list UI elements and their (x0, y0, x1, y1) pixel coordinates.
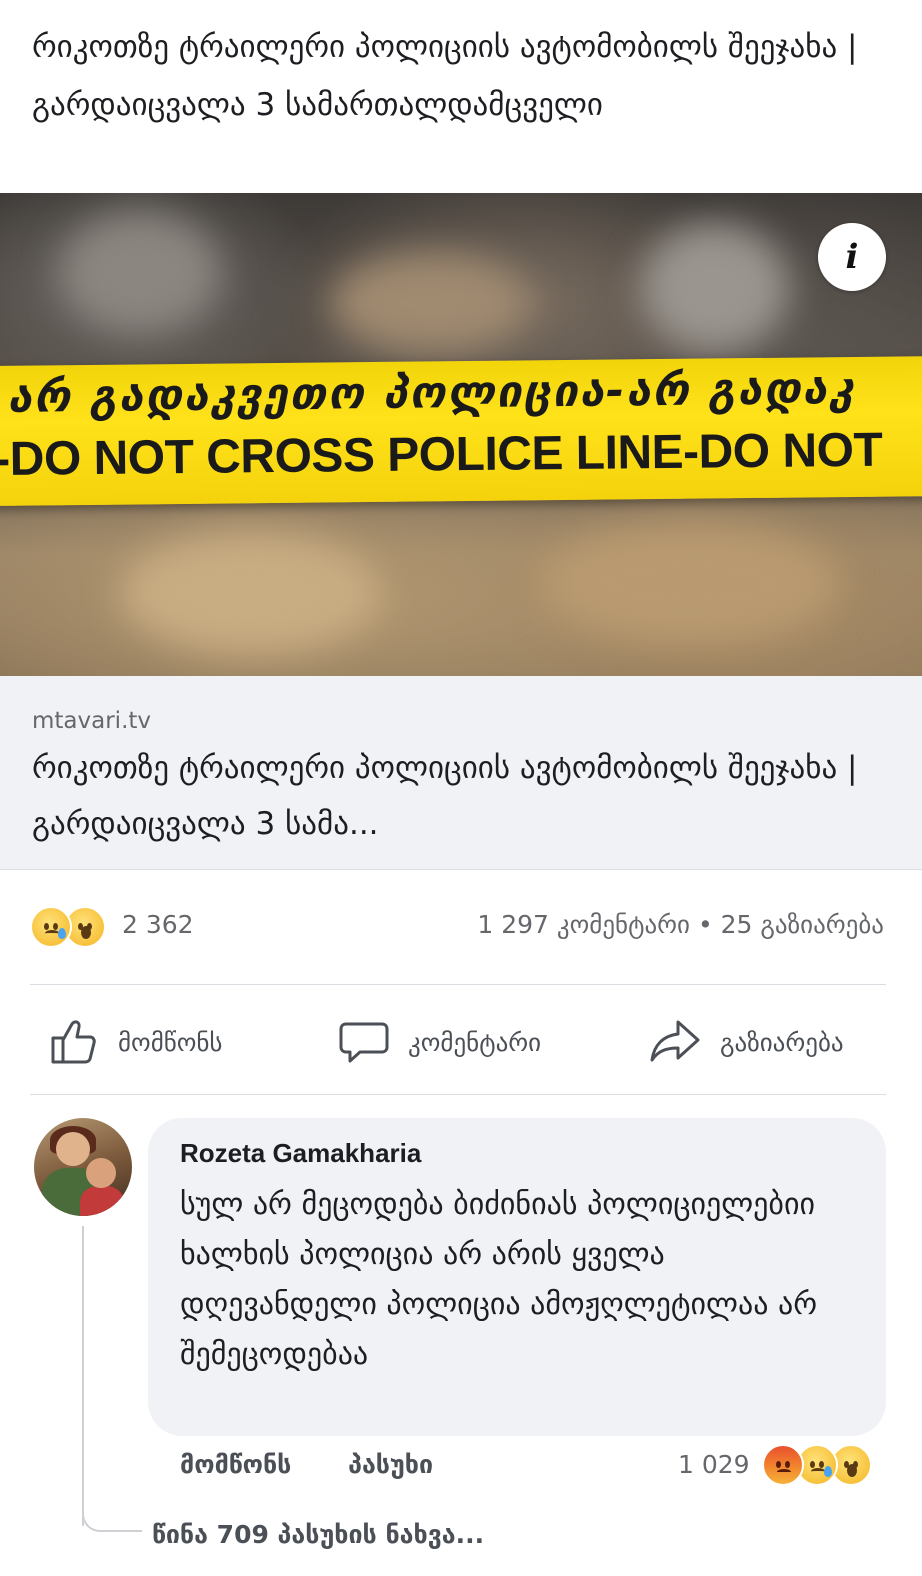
sad-emoji-icon (30, 906, 72, 948)
like-label: მომწონს (118, 1027, 223, 1057)
comment-text: სულ არ მეცოდება ბიძინიას პოლიციელებიი ხა… (180, 1187, 818, 1372)
thumbs-up-icon (51, 1020, 96, 1064)
view-previous-replies[interactable]: წინა 709 პასუხის ნახვა... (152, 1520, 484, 1549)
link-domain: mtavari.tv (32, 708, 152, 734)
post-stats: 2 362 1 297 კომენტარი • 25 გაზიარება (0, 900, 922, 956)
comment-author[interactable]: Rozeta Gamakharia (180, 1138, 421, 1169)
comment-bubble: Rozeta Gamakharia სულ არ მეცოდება ბიძინი… (148, 1118, 886, 1436)
info-button[interactable]: i (818, 223, 886, 291)
link-preview[interactable]: mtavari.tv რიკოთზე ტრაილერი პოლიციის ავტ… (0, 676, 922, 870)
comment-reaction-count[interactable]: 1 029 (678, 1450, 750, 1479)
reaction-icons[interactable] (30, 906, 106, 948)
info-icon: i (845, 237, 859, 277)
angry-emoji-icon (762, 1444, 804, 1486)
tape-georgian-text: არ გადაკვეთო პოლიცია-არ გადაკ (7, 362, 856, 423)
like-button[interactable]: მომწონს (48, 1010, 223, 1074)
divider (30, 1094, 886, 1095)
police-tape: არ გადაკვეთო პოლიცია-არ გადაკ -DO NOT CR… (0, 355, 922, 507)
comment-reaction-icons[interactable] (762, 1444, 872, 1486)
post-actions: მომწონს კომენტარი გაზიარება (0, 1010, 922, 1074)
share-label: გაზიარება (720, 1027, 844, 1057)
divider (30, 984, 886, 985)
thread-connector (82, 1480, 142, 1532)
comment-actions: მომწონს პასუხი (180, 1450, 481, 1479)
post-text: რიკოთზე ტრაილერი პოლიციის ავტომობილს შეე… (32, 29, 858, 123)
share-button[interactable]: გაზიარება (648, 1010, 844, 1074)
commenter-avatar[interactable] (34, 1118, 132, 1216)
comment-icon (339, 1022, 389, 1063)
post-image[interactable]: არ გადაკვეთო პოლიცია-არ გადაკ -DO NOT CR… (0, 193, 922, 676)
comment-label: კომენტარი (408, 1027, 542, 1057)
reaction-count[interactable]: 2 362 (122, 910, 194, 939)
tape-english-text: -DO NOT CROSS POLICE LINE-DO NOT (0, 423, 883, 486)
share-icon (650, 1020, 700, 1062)
comment-button[interactable]: კომენტარი (338, 1010, 541, 1074)
comments-shares-count[interactable]: 1 297 კომენტარი • 25 გაზიარება (477, 910, 884, 939)
link-title: რიკოთზე ტრაილერი პოლიციის ავტომობილს შეე… (32, 750, 858, 842)
comment-reply-button[interactable]: პასუხი (348, 1450, 433, 1479)
comment-like-button[interactable]: მომწონს (180, 1450, 291, 1479)
